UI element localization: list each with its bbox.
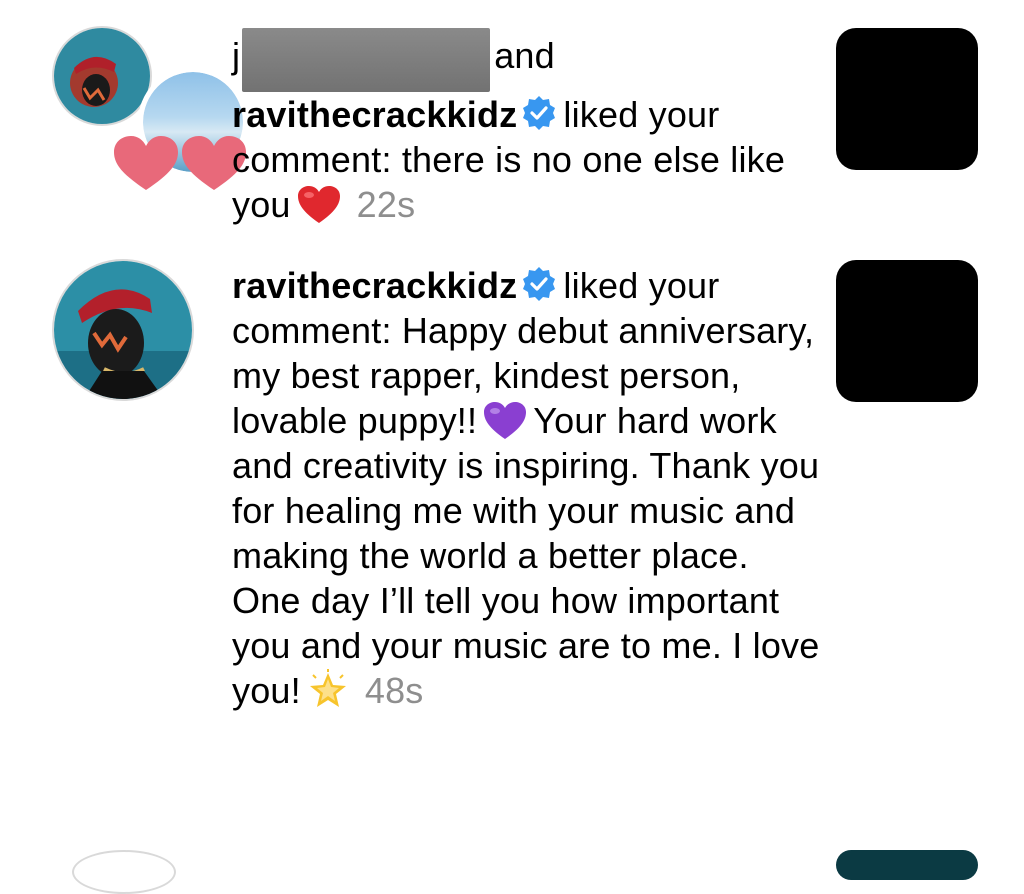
- notification-text: j and ravithecrackkidz liked your comment…: [232, 28, 822, 227]
- post-thumbnail[interactable]: [836, 28, 978, 170]
- verified-badge-icon: [523, 96, 556, 130]
- avatar: [52, 26, 152, 126]
- purple-heart-icon: [484, 402, 527, 439]
- avatar[interactable]: [72, 850, 176, 894]
- notification-item[interactable]: j and ravithecrackkidz liked your comment…: [0, 0, 1024, 230]
- profile-avatar[interactable]: [52, 259, 194, 401]
- username-link[interactable]: ravithecrackkidz: [232, 94, 517, 135]
- username-link[interactable]: ravithecrackkidz: [232, 265, 517, 306]
- notification-item[interactable]: [0, 840, 1024, 894]
- redacted-username: [242, 28, 491, 92]
- username-prefix[interactable]: j: [232, 35, 240, 76]
- timestamp: 48s: [364, 670, 424, 711]
- joiner-text: and: [494, 35, 555, 76]
- stacked-avatars[interactable]: [52, 26, 248, 190]
- timestamp: 22s: [356, 184, 416, 225]
- red-heart-icon: [297, 186, 340, 223]
- pink-hearts-icon: [114, 136, 246, 190]
- activity-feed: j and ravithecrackkidz liked your comment…: [0, 0, 1024, 894]
- verified-badge-icon: [523, 267, 556, 301]
- notification-item[interactable]: ravithecrackkidz liked your comment: Hap…: [0, 250, 1024, 810]
- notification-text: ravithecrackkidz liked your comment: Hap…: [232, 263, 822, 713]
- glowing-star-icon: [309, 669, 346, 707]
- avatar: [52, 259, 194, 401]
- comment-text: Your hard work and creativity is inspiri…: [232, 400, 820, 711]
- post-thumbnail[interactable]: [836, 260, 978, 402]
